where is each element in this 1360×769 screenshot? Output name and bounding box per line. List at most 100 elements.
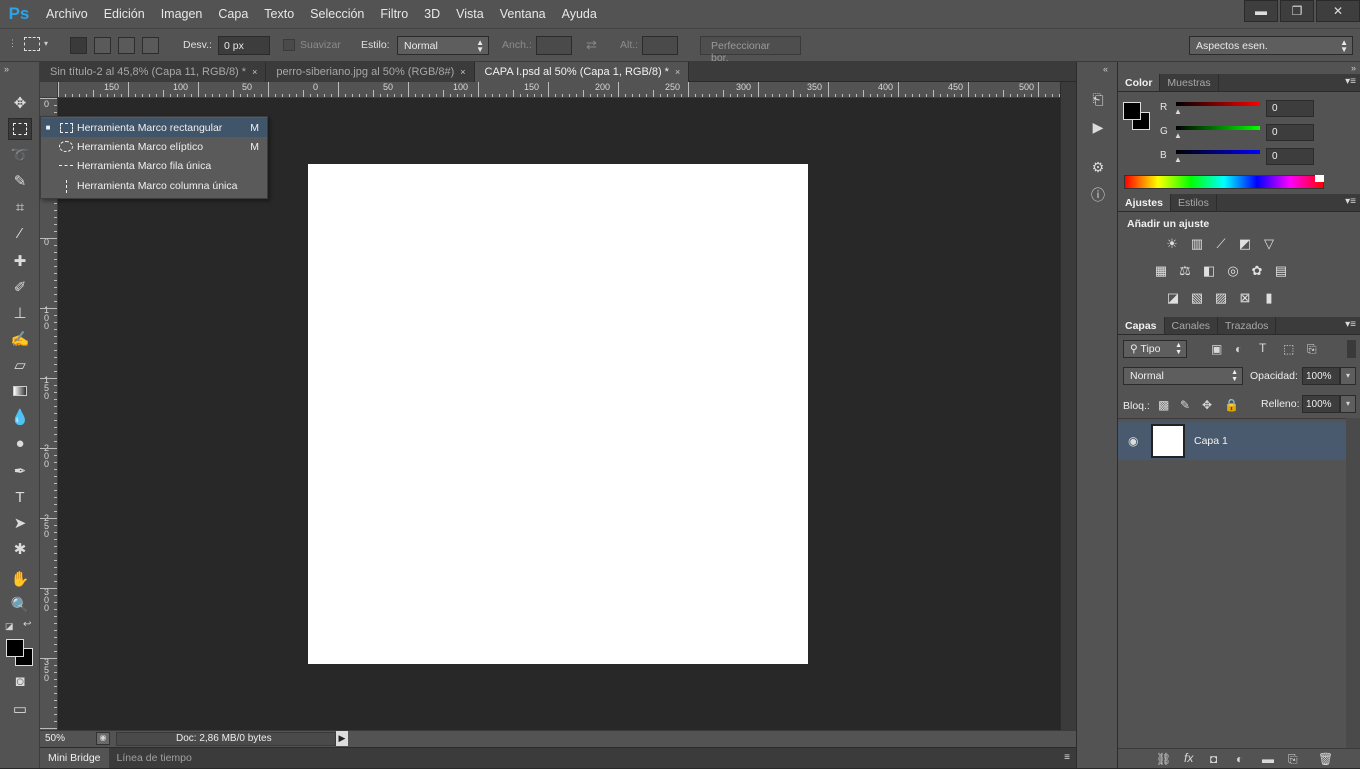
slider-thumb-icon[interactable]: ▲: [1174, 131, 1182, 140]
menu-ventana[interactable]: Ventana: [492, 0, 554, 28]
channel-b-input[interactable]: 0: [1266, 148, 1314, 165]
gradient-map-icon[interactable]: ▮: [1260, 290, 1278, 306]
lock-position-icon[interactable]: ✥: [1202, 398, 1212, 412]
brush-tool-icon[interactable]: ✐: [8, 276, 32, 298]
curves-icon[interactable]: ⟋: [1212, 236, 1230, 252]
chevron-down-icon[interactable]: ▾: [44, 39, 48, 48]
posterize-icon[interactable]: ▧: [1188, 290, 1206, 306]
quick-select-tool-icon[interactable]: ✎: [8, 170, 32, 192]
history-icon[interactable]: ⎗: [1089, 90, 1107, 108]
chevron-down-icon[interactable]: ▾: [1340, 367, 1356, 385]
layer-row[interactable]: ◉ Capa 1: [1118, 422, 1346, 460]
spectrum-white-swatch[interactable]: [1315, 175, 1324, 182]
brightness-icon[interactable]: ☀: [1163, 236, 1181, 252]
hand-tool-icon[interactable]: ✋: [8, 568, 32, 590]
tab-capas[interactable]: Capas: [1118, 317, 1165, 334]
swap-icon[interactable]: ⇄: [586, 37, 597, 53]
close-icon[interactable]: ×: [675, 62, 680, 82]
new-layer-icon[interactable]: ⎘: [1288, 752, 1298, 767]
lock-pixels-icon[interactable]: ✎: [1180, 398, 1190, 412]
healing-brush-tool-icon[interactable]: ✚: [8, 250, 32, 272]
exposure-icon[interactable]: ◩: [1236, 236, 1254, 252]
selective-color-icon[interactable]: ⊠: [1236, 290, 1254, 306]
close-button[interactable]: ✕: [1316, 0, 1360, 22]
menu-seleccion[interactable]: Selección: [302, 0, 372, 28]
eyedropper-tool-icon[interactable]: ⁄: [8, 222, 32, 244]
actions-play-icon[interactable]: ▶: [1089, 118, 1107, 136]
intersect-selection-icon[interactable]: [142, 37, 159, 54]
pixel-filter-icon[interactable]: ▣: [1211, 342, 1222, 356]
panel-menu-icon[interactable]: ▾≡: [1345, 196, 1356, 207]
history-brush-tool-icon[interactable]: ✍: [8, 328, 32, 350]
blur-tool-icon[interactable]: 💧: [8, 406, 32, 428]
channel-r-input[interactable]: 0: [1266, 100, 1314, 117]
close-icon[interactable]: ×: [460, 62, 465, 82]
feather-input[interactable]: 0 px: [218, 36, 270, 55]
eraser-tool-icon[interactable]: ▱: [8, 354, 32, 376]
channel-g-slider[interactable]: [1176, 126, 1260, 130]
fx-icon[interactable]: fx: [1184, 751, 1193, 765]
foreground-color-swatch[interactable]: [1123, 102, 1141, 120]
screen-mode-icon[interactable]: ▭: [8, 698, 32, 720]
channel-r-slider[interactable]: [1176, 102, 1260, 106]
default-colors-icon[interactable]: ◪: [5, 621, 14, 632]
tab-mini-bridge[interactable]: Mini Bridge: [40, 748, 109, 768]
channel-g-input[interactable]: 0: [1266, 124, 1314, 141]
trash-icon[interactable]: 🗑: [1318, 752, 1333, 766]
document-canvas[interactable]: [308, 164, 808, 664]
restore-button[interactable]: ❐: [1280, 0, 1314, 22]
workspace-select[interactable]: Aspectos esen. ▲ ▼: [1189, 36, 1353, 55]
channel-mixer-icon[interactable]: ✿: [1248, 263, 1266, 279]
lock-transparent-icon[interactable]: ▩: [1158, 398, 1169, 412]
threshold-icon[interactable]: ▨: [1212, 290, 1230, 306]
info-icon[interactable]: ⓘ: [1089, 186, 1107, 204]
add-selection-icon[interactable]: [94, 37, 111, 54]
folder-icon[interactable]: ▬: [1262, 752, 1274, 766]
expand-icon[interactable]: »: [1351, 63, 1356, 73]
zoom-level[interactable]: 50%: [45, 733, 65, 744]
swap-colors-icon[interactable]: ↩: [23, 619, 31, 630]
channel-b-slider[interactable]: [1176, 150, 1260, 154]
foreground-color-swatch[interactable]: [6, 639, 24, 657]
blend-mode-select[interactable]: Normal ▲ ▼: [1123, 367, 1243, 385]
tab-muestras[interactable]: Muestras: [1160, 74, 1219, 91]
minimize-button[interactable]: ▬: [1244, 0, 1278, 22]
status-info-icon[interactable]: ◉: [96, 732, 110, 745]
layer-name[interactable]: Capa 1: [1194, 435, 1228, 447]
menu-imagen[interactable]: Imagen: [153, 0, 211, 28]
tab-ajustes[interactable]: Ajustes: [1118, 194, 1171, 211]
flyout-item-rectangular[interactable]: ■ Herramienta Marco rectangular M: [41, 118, 267, 137]
antialias-checkbox[interactable]: [283, 39, 295, 51]
fill-input[interactable]: 100%: [1302, 395, 1340, 413]
color-spectrum-bar[interactable]: [1124, 175, 1324, 189]
menu-ayuda[interactable]: Ayuda: [554, 0, 605, 28]
properties-icon[interactable]: ⚙: [1089, 158, 1107, 176]
style-select[interactable]: Normal ▲ ▼: [397, 36, 489, 55]
adjustment-layer-icon[interactable]: ◐: [1236, 752, 1243, 766]
link-icon[interactable]: ⛓: [1156, 752, 1171, 766]
menu-edicion[interactable]: Edición: [96, 0, 153, 28]
tab-capa-i[interactable]: CAPA I.psd al 50% (Capa 1, RGB/8) * ×: [474, 62, 690, 82]
slider-thumb-icon[interactable]: ▲: [1174, 107, 1182, 116]
smart-object-filter-icon[interactable]: ⎘: [1307, 342, 1317, 357]
shape-filter-icon[interactable]: ⬚: [1283, 342, 1294, 356]
lock-all-icon[interactable]: 🔒: [1224, 398, 1239, 412]
marquee-tool-icon[interactable]: [8, 118, 32, 140]
menu-archivo[interactable]: Archivo: [38, 0, 96, 28]
type-filter-icon[interactable]: T: [1259, 341, 1266, 355]
tab-color[interactable]: Color: [1118, 74, 1161, 91]
tab-sin-titulo[interactable]: Sin título-2 al 45,8% (Capa 11, RGB/8) *…: [40, 62, 267, 82]
flyout-item-column[interactable]: Herramienta Marco columna única: [41, 175, 267, 197]
flyout-item-elliptical[interactable]: Herramienta Marco elíptico M: [41, 137, 267, 156]
quick-mask-icon[interactable]: ◙: [8, 670, 32, 692]
type-tool-icon[interactable]: T: [8, 486, 32, 508]
tab-trazados[interactable]: Trazados: [1218, 317, 1277, 334]
zoom-tool-icon[interactable]: 🔍: [8, 594, 32, 616]
pen-tool-icon[interactable]: ✒: [8, 460, 32, 482]
black-white-icon[interactable]: ◧: [1200, 263, 1218, 279]
path-selection-tool-icon[interactable]: ➤: [8, 512, 32, 534]
eye-icon[interactable]: ◉: [1128, 434, 1138, 448]
mask-icon[interactable]: ◘: [1210, 752, 1217, 766]
move-tool-icon[interactable]: ✥: [8, 92, 32, 114]
horizontal-ruler[interactable]: 150 100 50 0 50 100 150 200 250 300 350 400 450 500: [58, 82, 1060, 98]
